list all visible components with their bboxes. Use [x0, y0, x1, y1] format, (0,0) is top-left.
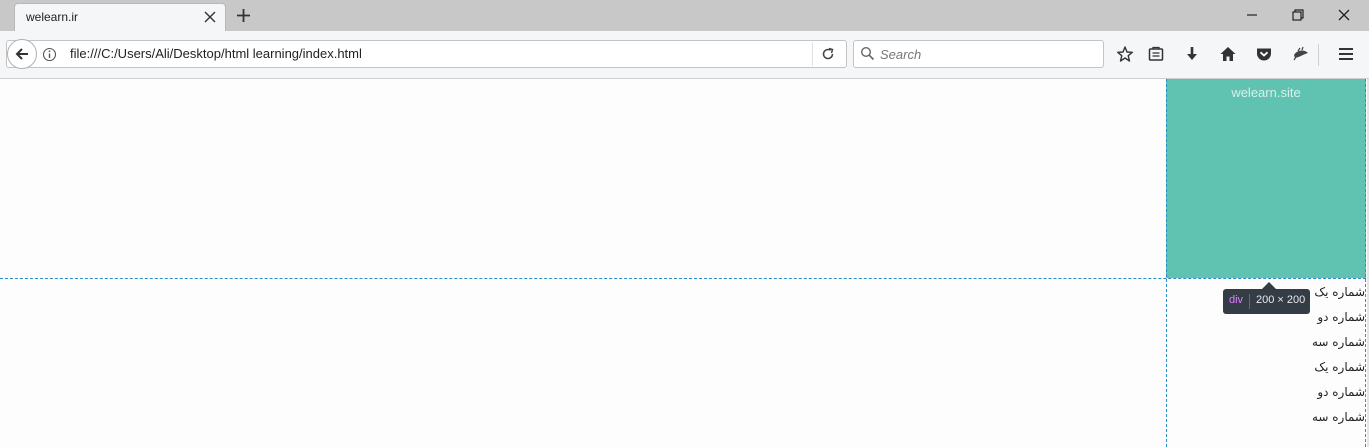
tooltip-divider	[1249, 294, 1250, 309]
extension-icon[interactable]	[1292, 45, 1310, 63]
tab-active[interactable]: welearn.ir	[14, 3, 226, 31]
url-text[interactable]: file:///C:/Users/Ali/Desktop/html learni…	[70, 46, 362, 61]
search-icon	[860, 46, 875, 61]
pocket-icon[interactable]	[1255, 45, 1273, 63]
list-item: شماره سه	[1311, 335, 1365, 349]
tooltip-tag: div	[1229, 294, 1244, 306]
page-viewport: welearn.site شماره یک شماره دو شماره سه …	[0, 79, 1366, 447]
tooltip-dimensions: 200 × 200	[1256, 294, 1306, 306]
reading-list-icon[interactable]	[1147, 45, 1165, 63]
tab-title: welearn.ir	[26, 10, 79, 24]
star-icon[interactable]	[1116, 45, 1134, 63]
list-item: شماره یک	[1314, 360, 1365, 374]
plus-icon[interactable]	[235, 7, 252, 24]
inspector-guide-horizontal	[0, 278, 1366, 279]
search-input[interactable]: Search	[880, 47, 921, 62]
toolbar-separator	[1318, 44, 1319, 66]
arrow-left-icon	[15, 48, 28, 60]
home-icon[interactable]	[1219, 45, 1237, 63]
tooltip-arrow	[1262, 282, 1276, 289]
minimize-icon[interactable]	[1244, 7, 1260, 23]
reload-icon[interactable]	[820, 46, 836, 62]
url-separator	[812, 42, 813, 66]
tab-strip: welearn.ir	[0, 0, 1369, 31]
close-window-icon[interactable]	[1336, 7, 1352, 23]
download-icon[interactable]	[1183, 45, 1201, 63]
inspector-tooltip: div 200 × 200	[1223, 289, 1310, 314]
info-icon[interactable]	[42, 47, 57, 62]
inspector-guide-vertical-right	[1365, 79, 1366, 447]
box-text: welearn.site	[1231, 85, 1301, 100]
close-icon[interactable]	[203, 10, 217, 24]
restore-icon[interactable]	[1290, 7, 1306, 23]
list-item: شماره سه	[1311, 410, 1365, 424]
menu-icon[interactable]	[1337, 45, 1355, 63]
back-button[interactable]	[7, 39, 37, 69]
navigation-toolbar: file:///C:/Users/Ali/Desktop/html learni…	[0, 31, 1369, 79]
list-item: شماره دو	[1317, 385, 1365, 399]
highlighted-div: welearn.site	[1166, 79, 1366, 278]
